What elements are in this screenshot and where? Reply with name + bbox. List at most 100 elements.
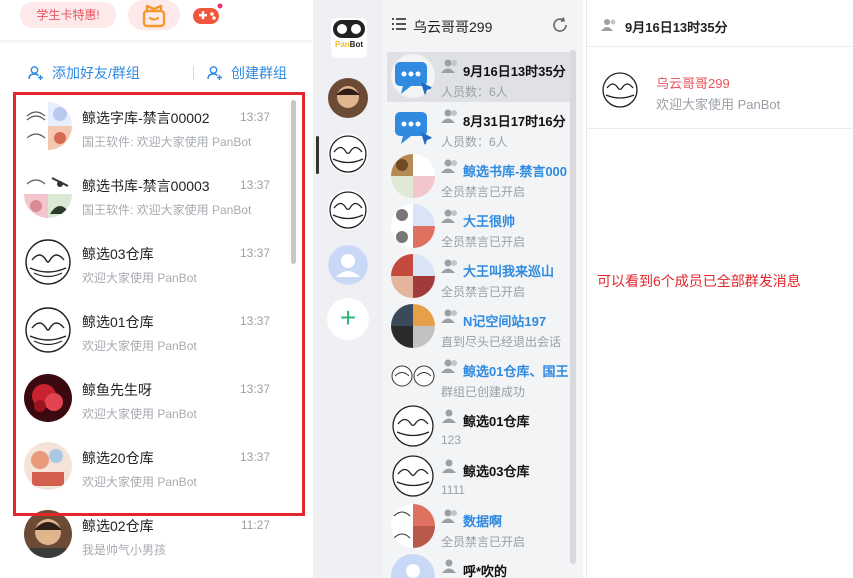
broadcast-avatar (391, 54, 435, 98)
group-sub: 全员禁言已开启 (441, 235, 526, 249)
group-icon (441, 309, 457, 323)
group-name: 大王很帅 (463, 214, 516, 229)
group-list-pane: 乌云哥哥299 9月16日13时35分 人员数：6人 8月31日17时16分 人… (383, 0, 583, 578)
chat-name: 鲸选02仓库 (82, 518, 154, 534)
create-group-label: 创建群组 (231, 65, 287, 81)
member-welcome: 欢迎大家使用 PanBot (656, 97, 781, 112)
group-name: 呼*吹的 (463, 564, 508, 578)
chat-preview: 我是帅气小男孩 (82, 543, 167, 557)
group-list-scrollbar[interactable] (570, 50, 576, 564)
group-list-item[interactable]: 8月31日17时16分 人员数：6人 (387, 102, 570, 152)
group-sub: 全员禁言已开启 (441, 535, 526, 549)
group-icon (441, 359, 457, 373)
group-name: 数据啊 (463, 514, 503, 529)
list-menu-icon[interactable] (392, 17, 406, 31)
logo-text: PanBot (335, 40, 363, 49)
group-sub: 人员数：6人 (441, 135, 508, 149)
top-bar: 学生卡特惠! (0, 0, 312, 40)
action-row: 添加好友/群组 创建群组 (0, 58, 312, 88)
game-button[interactable] (190, 3, 226, 34)
group-avatar (391, 204, 435, 248)
detail-header: 9月16日13时35分 (587, 0, 853, 47)
user-avatar (24, 510, 72, 558)
create-group-icon (207, 66, 222, 80)
account-avatar[interactable] (328, 190, 368, 230)
whale-avatar (601, 71, 639, 109)
gift-icon (142, 4, 166, 28)
account-avatar[interactable] (328, 134, 368, 174)
group-list-item[interactable]: N记空间站197 直到尽头已经退出会话 (387, 302, 570, 352)
whale-avatar (391, 404, 435, 448)
group-name: 大王叫我来巡山 (463, 264, 555, 279)
user-icon (442, 409, 456, 423)
add-user-icon (28, 66, 43, 80)
logo-eyes-icon (333, 20, 365, 38)
account-rail: PanBot + (313, 0, 383, 578)
group-list-item[interactable]: 鲸选01仓库、国王 群组已创建成功 (387, 352, 570, 402)
add-friend-group-button[interactable]: 添加好友/群组 (28, 58, 140, 88)
whale-avatar (391, 454, 435, 498)
group-name: 鲸选03仓库 (463, 464, 530, 479)
group-name: 鲸选书库-禁言000 (463, 164, 568, 179)
user-icon (442, 559, 456, 573)
group-sub: 全员禁言已开启 (441, 285, 526, 299)
student-card-promo-button[interactable]: 学生卡特惠! (20, 2, 116, 28)
group-sub: 1111 (441, 483, 466, 497)
group-name: 9月16日13时35分 (463, 64, 566, 79)
group-icon (441, 59, 457, 73)
group-icon (441, 109, 457, 123)
group-avatar (391, 254, 435, 298)
group-icon (441, 159, 457, 173)
group-list-item[interactable]: 鲸选01仓库 123 (387, 402, 570, 452)
account-avatar[interactable] (328, 78, 368, 118)
chat-time: 11:27 (240, 518, 270, 532)
group-list-item[interactable]: 数据啊 全员禁言已开启 (387, 502, 570, 552)
group-sub: 直到尽头已经退出会话 (441, 335, 562, 349)
group-sub: 全员禁言已开启 (441, 185, 526, 199)
group-name: 8月31日17时16分 (463, 114, 566, 129)
highlight-box (13, 92, 305, 516)
group-avatar (391, 154, 435, 198)
add-friend-group-label: 添加好友/群组 (52, 65, 140, 81)
group-sub: 123 (441, 433, 462, 447)
group-avatar (391, 504, 435, 548)
group-icon (601, 19, 616, 31)
group-name: 鲸选01仓库、国王 (463, 364, 569, 379)
active-indicator (316, 136, 319, 174)
group-avatar (391, 354, 435, 398)
gift-button[interactable] (128, 0, 180, 30)
group-list-item[interactable]: 鲸选书库-禁言000 全员禁言已开启 (387, 152, 570, 202)
create-group-button[interactable]: 创建群组 (207, 58, 287, 88)
refresh-icon[interactable] (551, 16, 569, 34)
add-account-button[interactable]: + (327, 298, 369, 340)
group-list-item[interactable]: 大王很帅 全员禁言已开启 (387, 202, 570, 252)
action-divider (193, 66, 194, 80)
user-icon (442, 459, 456, 473)
group-name: N记空间站197 (463, 314, 547, 329)
default-avatar (391, 554, 435, 578)
annotation-text: 可以看到6个成员已全部群发消息 (597, 273, 801, 289)
account-avatar[interactable] (328, 245, 368, 285)
group-list-header: 乌云哥哥299 (383, 0, 583, 48)
gamepad-icon (193, 3, 223, 24)
panbot-logo: PanBot (331, 18, 367, 58)
detail-title: 9月16日13时35分 (625, 20, 728, 35)
group-sub: 人员数：6人 (441, 85, 508, 99)
group-sub: 群组已创建成功 (441, 385, 526, 399)
group-list-item[interactable]: 大王叫我来巡山 全员禁言已开启 (387, 252, 570, 302)
account-title: 乌云哥哥299 (413, 19, 493, 35)
group-icon (441, 209, 457, 223)
group-list-item[interactable]: 呼*吹的 (387, 552, 570, 578)
app-window: 学生卡特惠! 添加好友/群组 创建群组 鲸选字库-禁言00002 13:37 国… (0, 0, 853, 578)
member-name: 乌云哥哥299 (656, 76, 730, 91)
group-icon (441, 259, 457, 273)
top-divider (0, 40, 312, 44)
broadcast-avatar (391, 104, 435, 148)
group-avatar (391, 304, 435, 348)
group-icon (441, 509, 457, 523)
group-list-item[interactable]: 9月16日13时35分 人员数：6人 (387, 52, 570, 102)
member-card[interactable]: 乌云哥哥299 欢迎大家使用 PanBot (587, 57, 853, 129)
group-list-item[interactable]: 鲸选03仓库 1111 (387, 452, 570, 502)
group-name: 鲸选01仓库 (463, 414, 530, 429)
left-pane: 学生卡特惠! 添加好友/群组 创建群组 鲸选字库-禁言00002 13:37 国… (0, 0, 312, 578)
